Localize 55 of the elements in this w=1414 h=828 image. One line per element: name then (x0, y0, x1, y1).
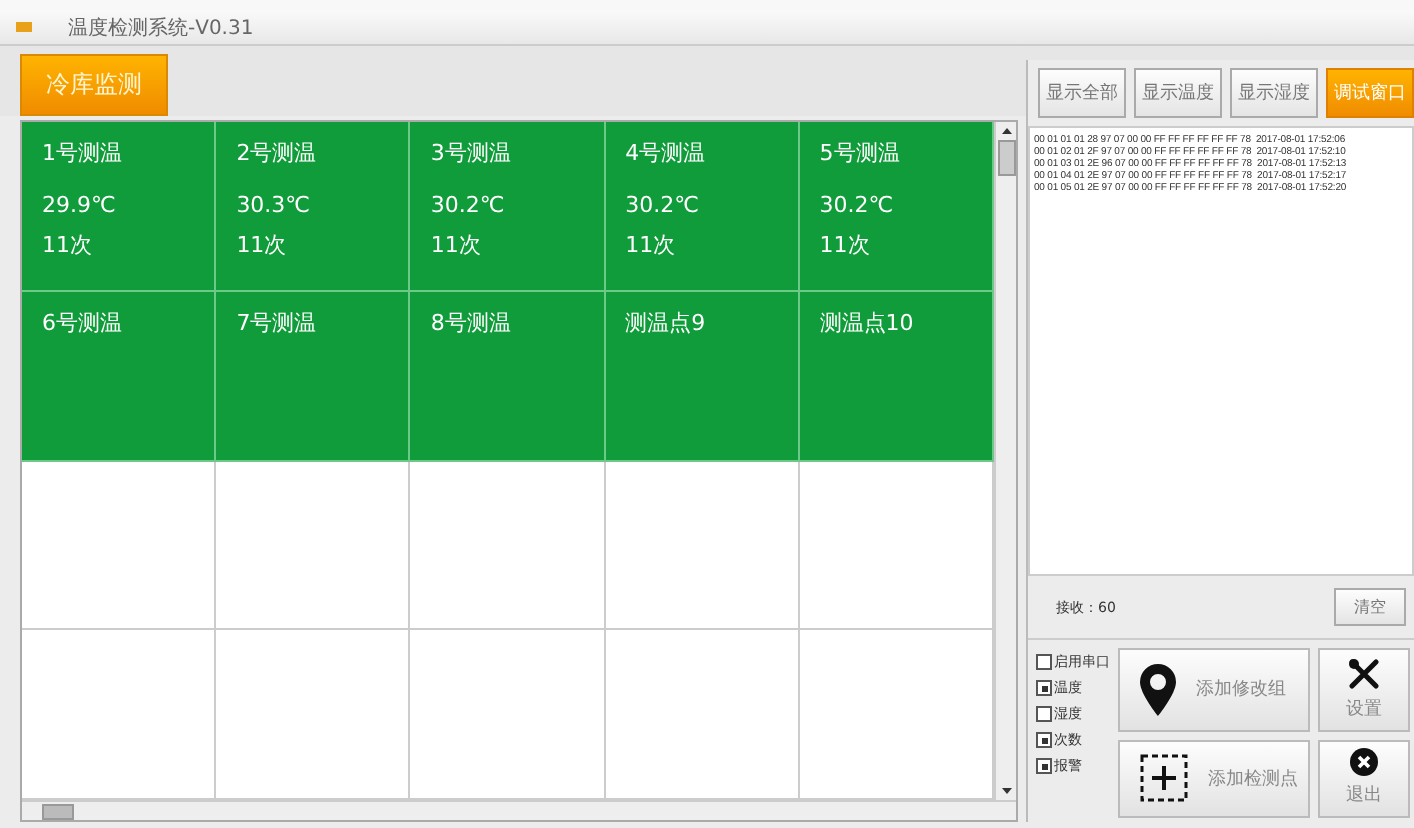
horizontal-scrollbar[interactable] (22, 800, 1016, 820)
sensor-cell[interactable]: 测温点9 (605, 291, 800, 461)
temperature-reading: 30.2℃ (430, 192, 507, 218)
view-button[interactable]: 显示湿度 (1230, 68, 1318, 118)
sensor-cell[interactable]: 6号测温 (22, 291, 217, 461)
checkbox[interactable] (1036, 732, 1052, 748)
close-icon (1350, 748, 1378, 777)
checkbox[interactable] (1036, 758, 1052, 774)
clear-button[interactable]: 清空 (1334, 588, 1406, 626)
location-pin-icon (1140, 663, 1176, 716)
sensor-cell[interactable]: 4号测温 30.2℃ 11次 (605, 122, 800, 292)
view-button[interactable]: 调试窗口 (1326, 68, 1414, 118)
view-button[interactable]: 显示温度 (1134, 68, 1222, 118)
sensor-name: 5号测温 (819, 138, 902, 168)
scroll-thumb[interactable] (997, 140, 1015, 176)
sensor-name: 3号测温 (430, 138, 513, 168)
temperature-reading: 30.2℃ (625, 192, 701, 218)
sensor-name: 4号测温 (625, 138, 708, 168)
action-button[interactable]: 添加检测点 (1118, 739, 1310, 818)
window-title: 温度检测系统-V0.31 (68, 15, 254, 41)
sensor-name: 8号测温 (430, 307, 513, 338)
temperature-reading: 30.2℃ (819, 192, 896, 218)
sensor-cell[interactable]: 1号测温 29.9℃ 11次 (22, 122, 217, 292)
action-button[interactable]: 添加修改组 (1118, 648, 1310, 731)
dashed-plus-icon (1140, 754, 1188, 803)
reading-count: 11次 (625, 230, 678, 260)
sensor-name: 6号测温 (42, 307, 124, 338)
sensor-cell[interactable]: 测温点10 (799, 291, 994, 461)
sensor-cell[interactable]: 2号测温 30.3℃ 11次 (216, 122, 411, 292)
reading-count: 11次 (42, 230, 94, 260)
temperature-reading: 29.9℃ (42, 192, 118, 218)
vertical-scrollbar[interactable] (994, 122, 1016, 800)
view-button[interactable]: 显示全部 (1038, 68, 1126, 118)
sensor-cell[interactable]: 8号测温 (410, 291, 606, 461)
reading-count: 11次 (236, 230, 289, 260)
app-icon (16, 22, 32, 32)
sensor-cell[interactable]: 7号测温 (216, 291, 411, 461)
reading-count: 11次 (430, 230, 483, 260)
sensor-cell[interactable]: 5号测温 30.2℃ 11次 (799, 122, 994, 292)
checkbox[interactable] (1036, 706, 1052, 722)
action-button[interactable]: 退出 (1318, 739, 1410, 818)
sensor-name: 1号测温 (42, 138, 124, 168)
sensor-name: 7号测温 (236, 307, 319, 338)
temperature-reading: 30.3℃ (236, 192, 313, 218)
sensor-cell[interactable]: 3号测温 30.2℃ 11次 (410, 122, 606, 292)
sensor-name: 2号测温 (236, 138, 319, 168)
sensor-name: 测温点9 (625, 307, 708, 338)
checkbox[interactable] (1036, 680, 1052, 696)
reading-count: 11次 (819, 230, 872, 260)
scroll-thumb[interactable] (42, 803, 74, 819)
checkbox[interactable] (1036, 654, 1052, 670)
sensor-name: 测温点10 (819, 307, 916, 338)
tools-icon (1348, 657, 1380, 690)
tab[interactable]: 冷库监测 (20, 54, 168, 116)
action-button[interactable]: 设置 (1318, 648, 1410, 731)
